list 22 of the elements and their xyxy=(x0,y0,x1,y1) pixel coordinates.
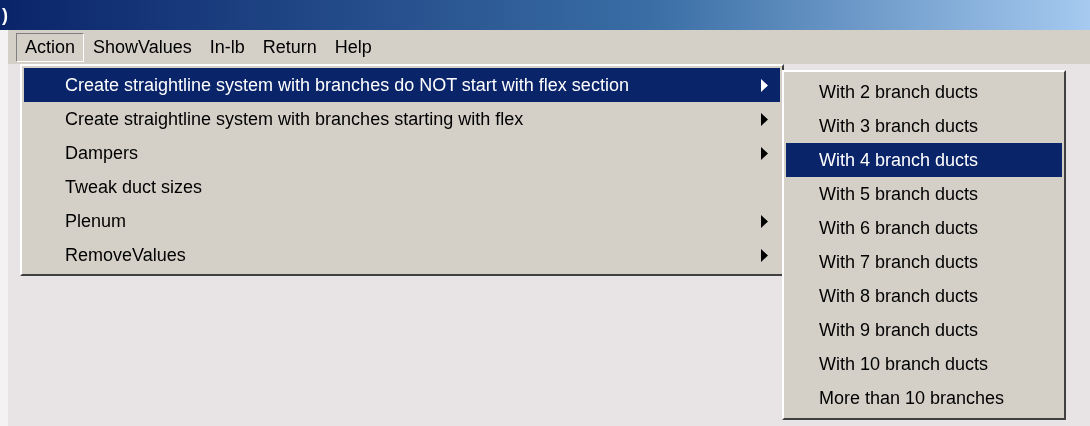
menu-item[interactable]: ShowValues xyxy=(84,32,201,62)
menu-entry[interactable]: Plenum xyxy=(24,204,780,238)
menu-item[interactable]: Return xyxy=(253,32,326,62)
menu-entry[interactable]: With 6 branch ducts xyxy=(786,211,1062,245)
menu-item[interactable]: Help xyxy=(325,32,381,62)
menu-entry[interactable]: With 9 branch ducts xyxy=(786,313,1062,347)
menu-entry[interactable]: RemoveValues xyxy=(24,238,780,272)
menu-entry[interactable]: With 5 branch ducts xyxy=(786,177,1062,211)
menu-entry[interactable]: With 8 branch ducts xyxy=(786,279,1062,313)
menu-entry[interactable]: With 4 branch ducts xyxy=(786,143,1062,177)
menu-entry[interactable]: With 3 branch ducts xyxy=(786,109,1062,143)
menu-entry[interactable]: Dampers xyxy=(24,136,780,170)
menu-entry[interactable]: With 7 branch ducts xyxy=(786,245,1062,279)
menu-entry[interactable]: With 10 branch ducts xyxy=(786,347,1062,381)
menu-entry[interactable]: Create straightline system with branches starting with flex xyxy=(24,102,780,136)
menu-entry[interactable]: With 2 branch ducts xyxy=(786,75,1062,109)
menu-item[interactable]: In-lb xyxy=(200,32,254,62)
window-title: ) xyxy=(0,0,1090,30)
menu-entry[interactable]: More than 10 branches xyxy=(786,381,1062,415)
menu-entry[interactable]: Tweak duct sizes xyxy=(24,170,780,204)
menu-item[interactable]: Action xyxy=(16,32,85,62)
menu-entry[interactable]: Create straightline system with branches do NOT start with flex section xyxy=(24,68,780,102)
